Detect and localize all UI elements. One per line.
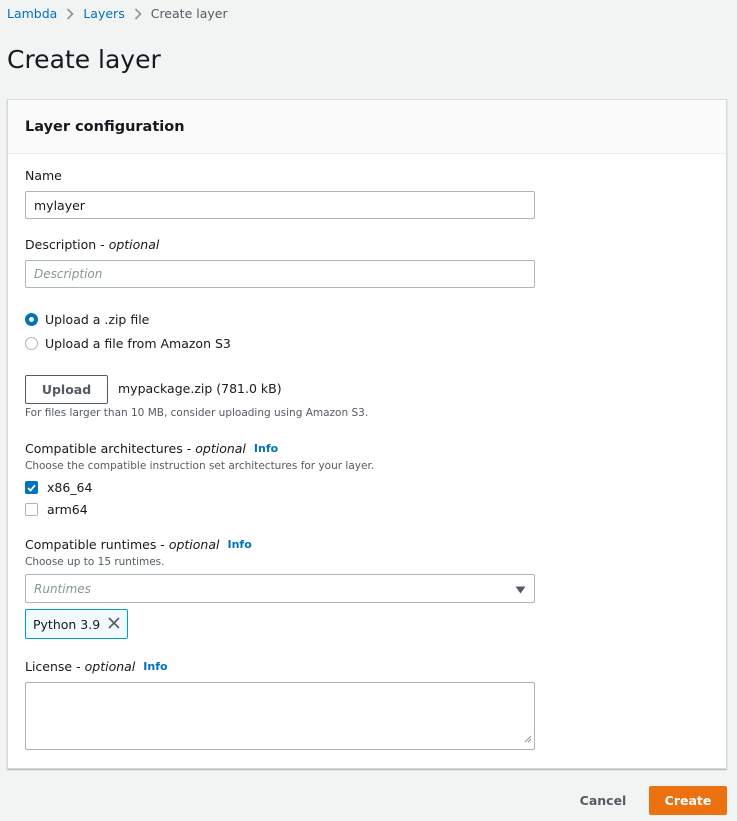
breadcrumb-lambda[interactable]: Lambda [7, 6, 57, 21]
checkbox-arm64-label: arm64 [47, 502, 88, 517]
description-label-text: Description - [25, 237, 105, 252]
resize-grip-icon[interactable] [524, 728, 532, 747]
checkbox-arm64[interactable]: arm64 [25, 502, 88, 517]
runtime-token-label: Python 3.9 [33, 616, 101, 632]
breadcrumb-current: Create layer [150, 6, 228, 21]
license-label: License - optional Info [25, 659, 168, 674]
close-icon[interactable] [108, 616, 120, 632]
create-button[interactable]: Create [649, 786, 727, 815]
runtimes-select[interactable]: Runtimes [25, 574, 535, 603]
name-label-text: Name [25, 168, 62, 183]
description-input[interactable]: Description [25, 260, 535, 288]
upload-hint: For files larger than 10 MB, consider up… [25, 407, 369, 419]
runtimes-optional: optional [168, 537, 220, 552]
name-input[interactable]: mylayer [25, 191, 535, 219]
page-title: Create layer [7, 45, 161, 74]
runtimes-hint: Choose up to 15 runtimes. [25, 556, 165, 568]
breadcrumb-layers[interactable]: Layers [83, 6, 124, 21]
runtime-token: Python 3.9 [25, 609, 128, 639]
checkmark-icon [25, 481, 38, 494]
breadcrumb: Lambda Layers Create layer [7, 6, 228, 21]
radio-checked-icon [25, 313, 38, 326]
checkbox-x86-64-label: x86_64 [47, 480, 93, 495]
checkbox-x86-64[interactable]: x86_64 [25, 480, 92, 495]
radio-unchecked-icon [25, 337, 38, 350]
name-input-value: mylayer [34, 197, 85, 213]
license-optional: optional [84, 659, 136, 674]
architectures-hint: Choose the compatible instruction set ar… [25, 460, 375, 472]
chevron-right-icon [66, 7, 74, 20]
caret-down-icon [515, 579, 526, 598]
layer-configuration-panel: Layer configuration Name mylayer Descrip… [7, 99, 727, 769]
license-info-link[interactable]: Info [143, 660, 167, 673]
radio-upload-zip[interactable]: Upload a .zip file [25, 312, 149, 327]
cancel-button[interactable]: Cancel [577, 786, 629, 815]
description-optional: optional [108, 237, 160, 252]
description-label: Description - optional [25, 237, 159, 252]
radio-upload-zip-label: Upload a .zip file [45, 312, 150, 327]
chevron-right-icon [134, 7, 142, 20]
runtimes-info-link[interactable]: Info [228, 538, 252, 551]
description-placeholder: Description [34, 267, 103, 281]
architectures-label-text: Compatible architectures - [25, 441, 192, 456]
radio-upload-s3[interactable]: Upload a file from Amazon S3 [25, 336, 231, 351]
checkbox-unchecked-icon [25, 503, 38, 516]
runtimes-label-text: Compatible runtimes - [25, 537, 165, 552]
architectures-optional: optional [195, 441, 246, 456]
panel-header: Layer configuration [8, 100, 726, 154]
panel-title: Layer configuration [25, 118, 185, 135]
license-textarea[interactable] [25, 682, 535, 750]
upload-button[interactable]: Upload [25, 375, 108, 404]
license-label-text: License - [25, 659, 81, 674]
architectures-label: Compatible architectures - optional Info [25, 441, 278, 456]
radio-upload-s3-label: Upload a file from Amazon S3 [45, 336, 231, 351]
uploaded-file-name: mypackage.zip (781.0 kB) [118, 381, 282, 396]
runtimes-label: Compatible runtimes - optional Info [25, 537, 252, 552]
runtimes-placeholder: Runtimes [34, 581, 91, 596]
name-label: Name [25, 168, 62, 183]
architectures-info-link[interactable]: Info [254, 442, 278, 455]
